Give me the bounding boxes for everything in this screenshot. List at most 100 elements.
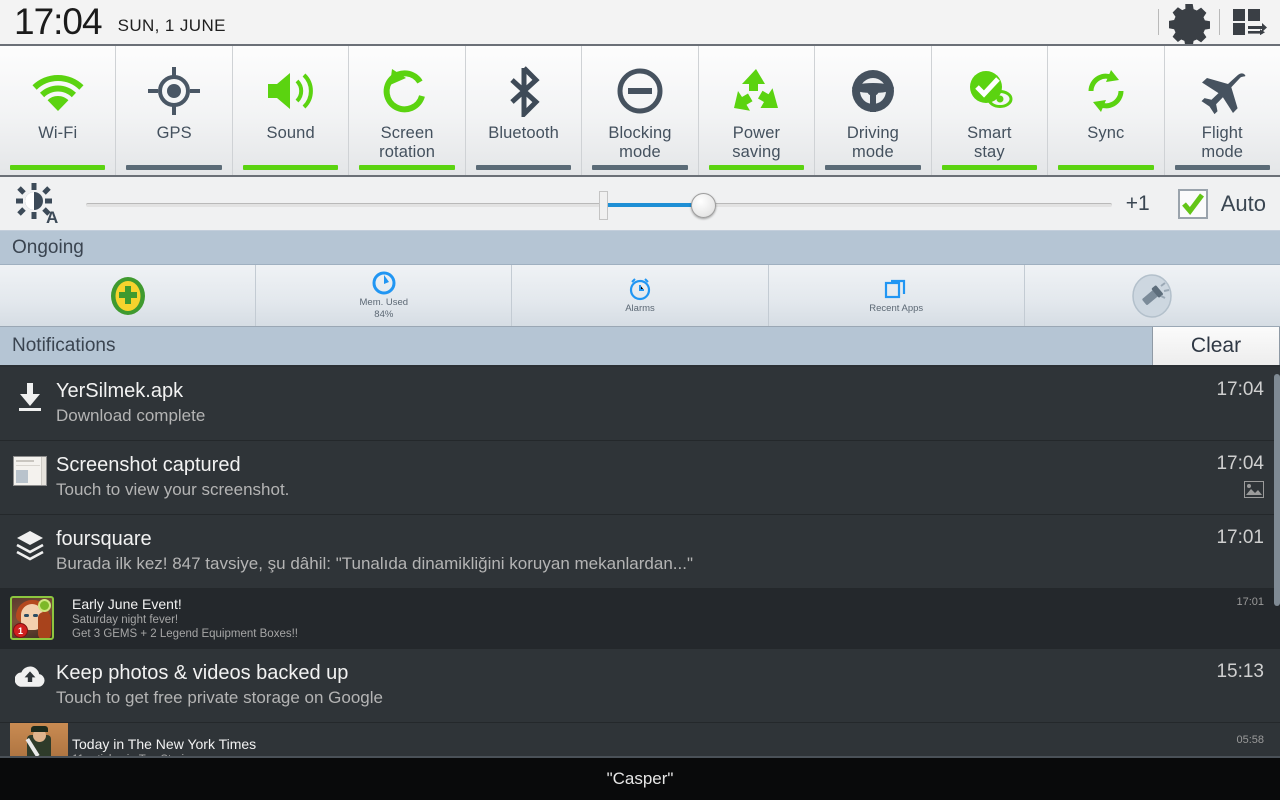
toggle-state-bar: [592, 165, 688, 170]
notification-subtitle: Download complete: [56, 406, 206, 425]
toggle-state-bar: [941, 165, 1038, 170]
wifi-icon: [29, 58, 87, 124]
toggle-state-bar: [825, 165, 921, 170]
auto-brightness-toggle[interactable]: Auto: [1177, 188, 1266, 219]
svg-text:A: A: [46, 208, 58, 225]
recent-apps-icon: [885, 279, 906, 298]
toggle-state-bar: [1058, 165, 1154, 170]
notification-row[interactable]: Keep photos & videos backed up Touch to …: [0, 649, 1280, 723]
notification-row[interactable]: Screenshot captured Touch to view your s…: [0, 441, 1280, 515]
toggle-label: Flight mode: [1201, 124, 1244, 161]
toggle-sound[interactable]: Sound: [233, 46, 350, 175]
notification-time: 17:04: [1216, 379, 1264, 400]
notification-text: Screenshot captured Touch to view your s…: [52, 453, 1170, 502]
toggle-state-bar: [242, 165, 339, 170]
notification-time: 17:04: [1216, 453, 1264, 474]
toggle-gps[interactable]: GPS: [116, 46, 233, 175]
toggle-label: Screen rotation: [379, 124, 435, 161]
download-icon: [8, 379, 52, 412]
ongoing-item-label: Mem. Used 84%: [359, 296, 409, 320]
grid-switch-icon: [1233, 9, 1267, 35]
toggle-label: Blocking mode: [608, 124, 672, 161]
bottom-bar[interactable]: "Casper": [0, 756, 1280, 800]
settings-button[interactable]: [1159, 0, 1219, 44]
toggle-flight-mode[interactable]: Flight mode: [1165, 46, 1280, 175]
toggle-power-saving[interactable]: Power saving: [699, 46, 816, 175]
notification-text: Keep photos & videos backed up Touch to …: [52, 661, 1170, 710]
status-bar: 17:04 SUN, 1 JUNE: [0, 0, 1280, 46]
check-icon: [1181, 193, 1204, 215]
toggle-blocking-mode[interactable]: Blocking mode: [582, 46, 699, 175]
notification-title: Keep photos & videos backed up: [56, 662, 349, 684]
notification-scrollbar[interactable]: [1274, 374, 1280, 606]
toggle-label: Power saving: [732, 124, 781, 161]
brightness-auto-icon[interactable]: A: [14, 182, 62, 226]
ongoing-item-app[interactable]: [0, 265, 257, 326]
notification-row[interactable]: 1 Early June Event! Saturday night fever…: [0, 589, 1280, 649]
notification-meta: 17:04: [1170, 379, 1270, 401]
sync-arrows-icon: [1081, 58, 1131, 124]
notification-subtitle: Touch to get free private storage on Goo…: [56, 688, 383, 707]
toggle-driving-mode[interactable]: Driving mode: [815, 46, 932, 175]
notifications-header: Notifications Clear: [0, 327, 1280, 367]
steering-wheel-icon: [847, 58, 899, 124]
clear-button[interactable]: Clear: [1152, 327, 1280, 365]
notification-badge: [1170, 481, 1264, 498]
ongoing-item-recent-apps[interactable]: Recent Apps: [769, 265, 1025, 326]
toggle-bluetooth[interactable]: Bluetooth: [466, 46, 583, 175]
status-bar-actions: [1158, 0, 1280, 44]
notification-title: foursquare: [56, 528, 152, 550]
notifications-title: Notifications: [12, 335, 116, 356]
gallery-icon: [1244, 481, 1264, 498]
ongoing-item-alarms[interactable]: Alarms: [512, 265, 769, 326]
brightness-row: A +1 Auto: [0, 177, 1280, 231]
flashlight-icon: [1132, 273, 1173, 318]
toggle-state-bar: [10, 165, 106, 170]
notification-meta: 17:01: [1170, 527, 1270, 549]
toggle-screen-rotation[interactable]: Screen rotation: [349, 46, 466, 175]
ongoing-item-label: Alarms: [625, 302, 655, 314]
notification-shade: 17:04 SUN, 1 JUNE Wi-Fi GPS Sound Screen…: [0, 0, 1280, 800]
toggle-label: Bluetooth: [488, 124, 559, 142]
slider-thumb[interactable]: [691, 192, 717, 218]
notification-title: Today in The New York Times: [72, 736, 257, 752]
toggle-state-bar: [475, 165, 572, 170]
toggle-label: Sync: [1087, 124, 1125, 142]
auto-label: Auto: [1220, 190, 1266, 216]
block-circle-icon: [615, 58, 665, 124]
speaker-icon: [262, 58, 320, 124]
toggle-sync[interactable]: Sync: [1048, 46, 1165, 175]
gps-target-icon: [145, 58, 203, 124]
ongoing-item-flashlight[interactable]: [1025, 265, 1280, 326]
game-app-icon: 1: [8, 596, 68, 640]
toggle-smart-stay[interactable]: Smart stay: [932, 46, 1049, 175]
slider-fill: [598, 202, 701, 207]
clock: 17:04: [14, 1, 103, 42]
notification-time: 17:01: [1216, 527, 1264, 548]
notification-meta: 15:13: [1170, 661, 1270, 683]
ongoing-row: Mem. Used 84% Alarms Recent Apps: [0, 265, 1280, 327]
notification-text: YerSilmek.apk Download complete: [52, 379, 1170, 428]
toggle-state-bar: [1174, 165, 1270, 170]
toggle-label: Sound: [266, 124, 315, 142]
brightness-slider[interactable]: [86, 184, 1112, 224]
notification-row[interactable]: foursquare Burada ilk kez! 847 tavsiye, …: [0, 515, 1280, 589]
ongoing-item-memory[interactable]: Mem. Used 84%: [256, 265, 513, 326]
notification-time: 15:13: [1216, 661, 1264, 682]
notification-subtitle: Saturday night fever!: [72, 614, 179, 626]
auto-checkbox[interactable]: [1177, 188, 1208, 219]
quick-settings-button[interactable]: [1220, 0, 1280, 44]
brightness-value: +1: [1125, 191, 1150, 215]
cloud-upload-icon: [8, 661, 52, 690]
ongoing-title: Ongoing: [12, 236, 84, 258]
notification-row[interactable]: YerSilmek.apk Download complete 17:04: [0, 367, 1280, 441]
toggle-label: Wi-Fi: [38, 124, 78, 142]
alarm-clock-icon: [629, 277, 651, 300]
gear-icon: [1169, 4, 1210, 44]
notification-subtitle-2: Get 3 GEMS + 2 Legend Equipment Boxes!!: [72, 628, 298, 640]
toggle-wifi[interactable]: Wi-Fi: [0, 46, 117, 175]
bluetooth-icon: [504, 58, 544, 124]
app-shield-plus-icon: [110, 276, 145, 315]
check-eye-icon: [962, 58, 1016, 124]
toggle-label: Smart stay: [967, 124, 1012, 161]
